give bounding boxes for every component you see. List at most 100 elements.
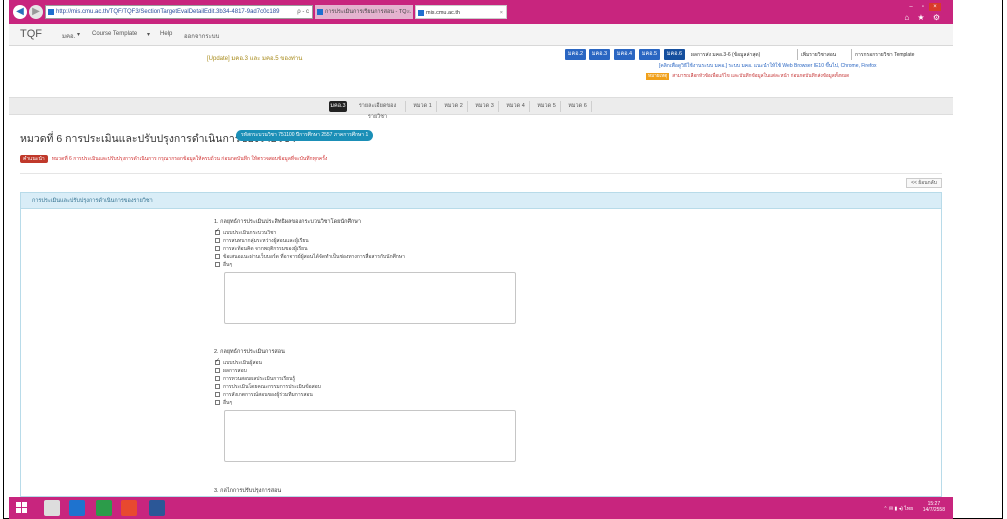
tqf6-button[interactable]: มคอ.6 (664, 49, 685, 60)
option-item[interactable]: แบบประเมินผู้สอน (214, 357, 516, 367)
option-label: ผลการสอบ (223, 368, 247, 374)
minimize-icon[interactable]: – (905, 3, 917, 11)
address-tools[interactable]: ρ - c (297, 6, 309, 18)
checkbox[interactable] (215, 400, 220, 405)
browser-titlebar: ◀ ▶ http://mis.cmu.ac.th/TQF/TQF3/Sectio… (9, 0, 953, 24)
address-url: http://mis.cmu.ac.th/TQF/TQF3/SectionTar… (56, 9, 280, 15)
document-frame: ◀ ▶ http://mis.cmu.ac.th/TQF/TQF3/Sectio… (0, 0, 1007, 519)
option-label: แบบประเมินกระบวนวิชา (223, 230, 277, 236)
clock-date: 14/7/2558 (922, 507, 945, 513)
back-arrow-icon[interactable]: ◀ (13, 5, 27, 19)
back-button[interactable]: << ย้อนกลับ (906, 178, 942, 188)
brand-logo[interactable]: TQF (20, 28, 42, 40)
frame-border-left (3, 0, 4, 519)
tab-close-icon[interactable]: × (407, 5, 410, 19)
tab-tqf3[interactable]: มคอ.3 (329, 101, 347, 112)
menu-logout[interactable]: ออกจากระบบ (184, 31, 219, 41)
template-link[interactable]: การกรอกรายวิชา Template (855, 51, 951, 59)
browser-tab-2-label: mis.cmu.ac.th (426, 10, 460, 16)
option-label: อื่นๆ (223, 262, 233, 268)
checkbox[interactable] (215, 227, 220, 235)
question-1: 1. กลยุทธ์การประเมินประสิทธิผลของกระบวนว… (214, 218, 516, 324)
taskbar-clock[interactable]: 15:27 14/7/2558 (923, 501, 945, 513)
option-item[interactable]: การประเมินโดยคณะกรรมการประเมินข้อสอบ (214, 383, 516, 391)
header-separator (851, 49, 852, 60)
checkbox[interactable] (215, 392, 220, 397)
windows-start-icon[interactable] (16, 502, 28, 514)
menu-tqf[interactable]: มคอ. (62, 31, 75, 41)
screenshot-area: ◀ ▶ http://mis.cmu.ac.th/TQF/TQF3/Sectio… (9, 0, 953, 519)
option-label: อื่นๆ (223, 400, 233, 406)
help-line[interactable]: [คลิกเพื่อดูวิธีใช้งานระบบ มคอ.] ระบบ มค… (659, 62, 877, 70)
option-label: การสังเกตการณ์สอนของผู้ร่วมทีมการสอน (223, 392, 313, 398)
browser-tab-1[interactable]: การประเมินการเรียนการสอน - TQ... × (315, 5, 413, 19)
checkbox[interactable] (215, 384, 220, 389)
tab-section-6[interactable]: หมวด 6 (564, 101, 592, 112)
tab-section-2[interactable]: หมวด 2 (440, 101, 468, 112)
option-item[interactable]: การทวนสอบผลประเมินการเรียนรู้ (214, 375, 516, 383)
tab-section-3[interactable]: หมวด 3 (471, 101, 499, 112)
tab-favicon-icon (317, 9, 323, 15)
option-item[interactable]: ข้อเสนอแนะผ่านเว็บบอร์ด ที่อาจารย์ผู้สอน… (214, 253, 516, 261)
app-icon[interactable] (121, 500, 137, 516)
header-separator (797, 49, 798, 60)
frame-border-right (1002, 0, 1003, 519)
checkbox[interactable] (215, 246, 220, 251)
tab-section-4[interactable]: หมวด 4 (502, 101, 530, 112)
address-bar[interactable]: http://mis.cmu.ac.th/TQF/TQF3/SectionTar… (45, 5, 313, 19)
option-label: การทวนสอบผลประเมินการเรียนรู้ (223, 376, 296, 382)
option-item[interactable]: การสะท้อนคิด จากพฤติกรรมของผู้เรียน (214, 245, 516, 253)
site-navbar: TQF มคอ. ▾ Course Template ▾ Help ออกจาก… (9, 24, 953, 46)
tqf4-button[interactable]: มคอ.4 (614, 49, 635, 60)
option-label: แบบประเมินผู้สอน (223, 360, 262, 366)
option-label: ข้อเสนอแนะผ่านเว็บบอร์ด ที่อาจารย์ผู้สอน… (223, 254, 405, 260)
maximize-icon[interactable]: ▫ (917, 3, 929, 11)
option-item[interactable]: อื่นๆ (214, 399, 516, 407)
browser-toolbar-icons[interactable]: ⌂ ★ ⚙ (904, 13, 943, 22)
tab-section-1[interactable]: หมวด 1 (409, 101, 437, 112)
menu-course-template[interactable]: Course Template (92, 31, 137, 37)
menu-help[interactable]: Help (160, 31, 172, 37)
checkbox[interactable] (215, 376, 220, 381)
forward-arrow-icon[interactable]: ▶ (29, 5, 43, 19)
checkbox[interactable] (215, 357, 220, 365)
question-title: 1. กลยุทธ์การประเมินประสิทธิผลของกระบวนว… (214, 219, 361, 225)
add-course-link[interactable]: เพิ่มรายวิชาสอน (801, 51, 849, 59)
tab-close-icon[interactable]: × (500, 6, 503, 18)
note-badge: หมายเหตุ (646, 73, 670, 80)
course-badge: รหัสกระบวนวิชา 751100 ปีการศึกษา 2557 ภา… (236, 130, 374, 141)
app-icon[interactable] (96, 500, 112, 516)
tqf3-button[interactable]: มคอ.3 (589, 49, 610, 60)
tqf2-button[interactable]: มคอ.2 (565, 49, 586, 60)
checkbox[interactable] (215, 238, 220, 243)
tab-section-5[interactable]: หมวด 5 (533, 101, 561, 112)
tab-course-detail[interactable]: รายละเอียดของรายวิชา (350, 101, 406, 120)
word-icon[interactable] (149, 500, 165, 516)
option-label: การประเมินโดยคณะกรรมการประเมินข้อสอบ (223, 384, 321, 390)
option-item[interactable]: การสังเกตการณ์สอนของผู้ร่วมทีมการสอน (214, 391, 516, 399)
system-tray[interactable]: ⌃ ✉ ▮ ◂) ไทย (883, 505, 913, 513)
option-item[interactable]: การสนทนากลุ่มระหว่างผู้สอนและผู้เรียน (214, 237, 516, 245)
site-favicon-icon (48, 9, 54, 15)
internet-explorer-icon[interactable] (69, 500, 85, 516)
note-line: หมายเหตุ สามารถเลือกหัวข้อเพื่อแก้ไข และบ… (646, 73, 849, 80)
tqf5-button[interactable]: มคอ.5 (639, 49, 660, 60)
option-item[interactable]: แบบประเมินกระบวนวิชา (214, 227, 516, 237)
option-item[interactable]: อื่นๆ (214, 261, 516, 269)
question-title: 3. กลไกการปรับปรุงการสอน (214, 488, 282, 494)
checkbox[interactable] (215, 368, 220, 373)
file-explorer-icon[interactable] (44, 500, 60, 516)
menu-tqf-caret-icon: ▾ (77, 32, 81, 38)
checkbox[interactable] (215, 254, 220, 259)
submission-status-link[interactable]: ผลการส่ง มคอ.3-6 (ข้อมูลล่าสุด) (691, 51, 795, 59)
question-title: 2. กลยุทธ์การประเมินการสอน (214, 349, 285, 355)
update-link[interactable]: [Update] มคอ.3 และ มคอ.5 ของท่าน (207, 53, 302, 63)
menu-course-template-caret-icon: ▾ (147, 32, 151, 38)
option-item[interactable]: ผลการสอบ (214, 367, 516, 375)
checkbox[interactable] (215, 262, 220, 267)
close-window-icon[interactable]: × (929, 3, 941, 11)
other-textarea[interactable] (224, 410, 516, 462)
windows-taskbar: ⌃ ✉ ▮ ◂) ไทย 15:27 14/7/2558 (9, 497, 953, 519)
other-textarea[interactable] (224, 272, 516, 324)
browser-tab-2[interactable]: mis.cmu.ac.th × (415, 5, 507, 19)
